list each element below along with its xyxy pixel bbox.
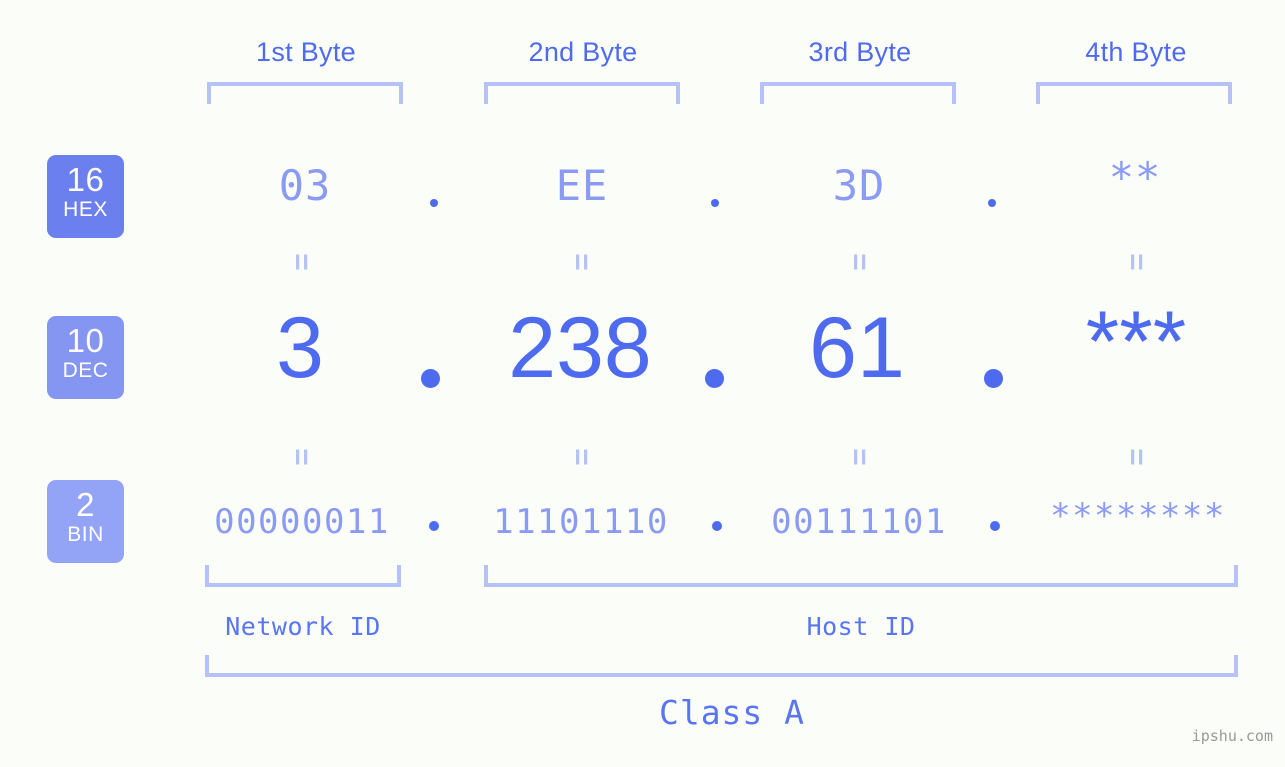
byte-bracket-3: [760, 82, 956, 104]
equals-sign-hex-dec-2: =: [565, 253, 598, 271]
base-badge-hex: 16 HEX: [47, 155, 124, 238]
bin-byte-4: ********: [1050, 496, 1226, 536]
byte-header-4: 4th Byte: [1085, 37, 1187, 67]
equals-sign-dec-bin-2: =: [565, 448, 598, 466]
host-id-label: Host ID: [806, 612, 916, 641]
base-badge-hex-unit: HEX: [63, 198, 108, 221]
dec-dot-separator-3: [984, 369, 1003, 388]
hex-dot-separator-2: [711, 199, 719, 207]
equals-sign-dec-bin-4: =: [1120, 448, 1153, 466]
dec-byte-3: 61: [809, 300, 905, 396]
byte-bracket-4: [1036, 82, 1232, 104]
base-badge-hex-number: 16: [66, 161, 105, 198]
base-badge-dec-unit: DEC: [62, 359, 109, 382]
base-badge-bin: 2 BIN: [47, 480, 124, 563]
byte-header-1: 1st Byte: [256, 37, 356, 67]
byte-bracket-2: [484, 82, 680, 104]
hex-byte-2: EE: [555, 161, 609, 210]
bin-dot-separator-1: [429, 521, 439, 531]
hex-byte-3: 3D: [832, 161, 886, 210]
hex-dot-separator-1: [430, 199, 438, 207]
base-badge-dec-number: 10: [66, 322, 105, 359]
ip-address-diagram: 1st Byte 2nd Byte 3rd Byte 4th Byte 16 H…: [0, 0, 1285, 767]
base-badge-bin-number: 2: [76, 486, 95, 523]
host-id-bracket: [484, 565, 1238, 587]
base-badge-bin-unit: BIN: [67, 523, 104, 546]
network-id-label: Network ID: [225, 612, 381, 641]
dec-byte-2: 238: [508, 300, 652, 396]
watermark: ipshu.com: [1191, 727, 1273, 745]
class-label: Class A: [658, 693, 806, 732]
base-badge-dec: 10 DEC: [47, 316, 124, 399]
dec-byte-1: 3: [276, 300, 324, 396]
equals-sign-hex-dec-4: =: [1120, 253, 1153, 271]
byte-bracket-1: [207, 82, 403, 104]
hex-dot-separator-3: [988, 199, 996, 207]
bin-dot-separator-2: [712, 521, 722, 531]
equals-sign-hex-dec-3: =: [843, 253, 876, 271]
equals-sign-dec-bin-3: =: [843, 448, 876, 466]
hex-byte-1: 03: [278, 161, 332, 210]
class-bracket: [205, 655, 1238, 677]
dec-dot-separator-1: [421, 369, 440, 388]
network-id-bracket: [205, 565, 401, 587]
equals-sign-hex-dec-1: =: [285, 253, 318, 271]
equals-sign-dec-bin-1: =: [285, 448, 318, 466]
byte-header-3: 3rd Byte: [808, 37, 912, 67]
hex-byte-4: **: [1108, 153, 1162, 202]
bin-byte-1: 00000011: [214, 502, 390, 542]
bin-byte-2: 11101110: [493, 502, 669, 542]
dec-byte-4: ***: [1085, 294, 1187, 390]
bin-byte-3: 00111101: [771, 502, 947, 542]
byte-header-2: 2nd Byte: [528, 37, 638, 67]
dec-dot-separator-2: [705, 369, 724, 388]
bin-dot-separator-3: [990, 521, 1000, 531]
